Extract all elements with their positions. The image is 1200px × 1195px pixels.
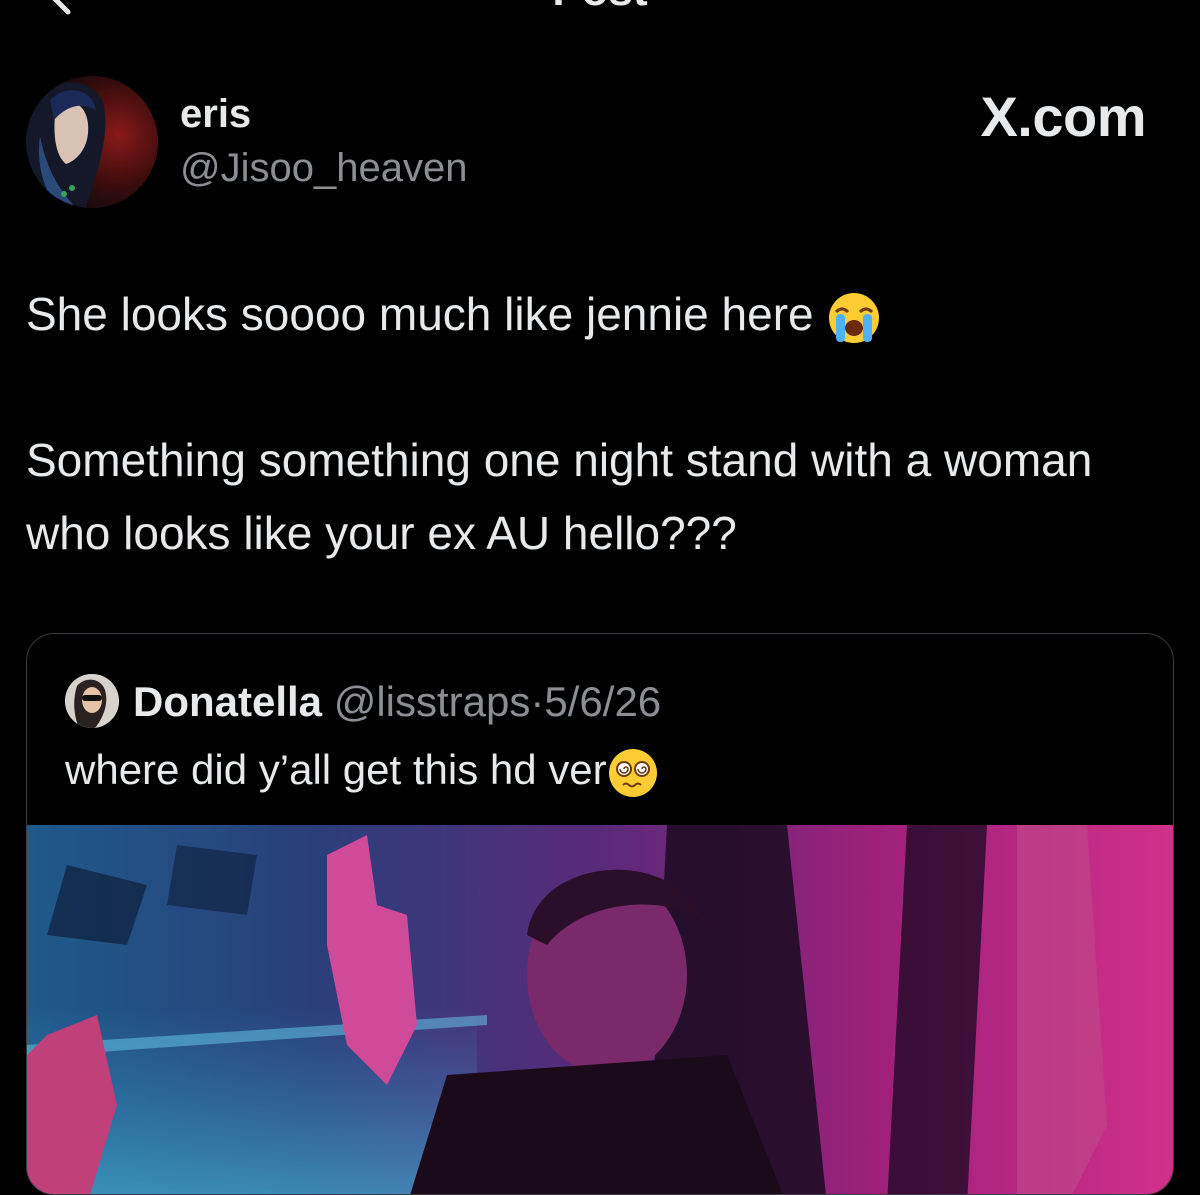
author-handle[interactable]: @Jisoo_heaven [180, 146, 467, 191]
quoted-media-image [27, 825, 1173, 1194]
quoted-author-handle[interactable]: @lisstraps [334, 678, 531, 725]
loudly-crying-face-icon [829, 292, 880, 343]
post-paragraph-2: Something something one night stand with… [26, 434, 1093, 559]
page-title: Post [0, 0, 1200, 16]
dizzy-face-icon [608, 748, 657, 797]
post-paragraph-1-text: She looks soooo much like jennie here [26, 288, 814, 340]
quoted-avatar-image [65, 674, 119, 728]
meta-separator: · [530, 678, 545, 725]
quoted-post-header: Donatella @lisstraps·5/6/26 [133, 678, 661, 726]
author-avatar[interactable] [26, 76, 158, 208]
quoted-post-media[interactable] [27, 825, 1173, 1194]
quoted-author-name[interactable]: Donatella [133, 678, 322, 725]
post-paragraph-1: She looks soooo much like jennie here [26, 278, 1166, 351]
quoted-post-card[interactable]: Donatella @lisstraps·5/6/26 where did y’… [26, 633, 1174, 1195]
avatar-image [26, 76, 158, 208]
quoted-post-text: where did y’all get this hd ver [65, 746, 659, 799]
quoted-post-text-body: where did y’all get this hd ver [65, 746, 607, 793]
quoted-author-avatar[interactable] [65, 674, 119, 728]
author-name[interactable]: eris [180, 92, 251, 137]
brand-watermark: X.com [980, 85, 1146, 148]
quoted-post-date[interactable]: 5/6/26 [544, 678, 661, 725]
